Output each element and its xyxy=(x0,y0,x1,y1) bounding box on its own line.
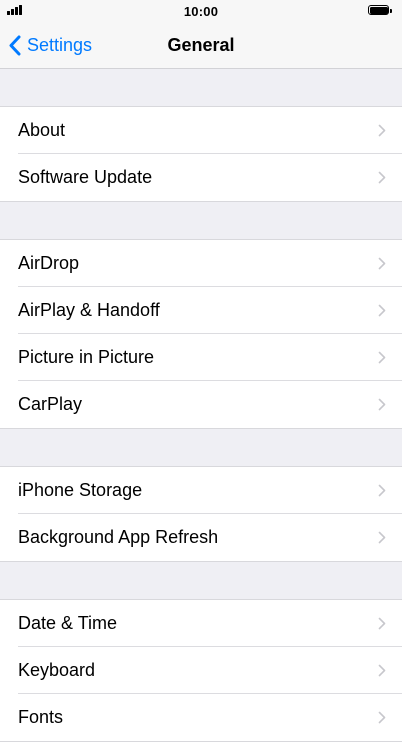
chevron-right-icon xyxy=(378,257,386,270)
status-time: 10:00 xyxy=(183,4,219,19)
chevron-right-icon xyxy=(378,171,386,184)
row-label: CarPlay xyxy=(18,394,83,414)
settings-group-storage: iPhone Storage Background App Refresh xyxy=(0,467,402,562)
row-about[interactable]: About xyxy=(0,107,402,154)
row-label: Background App Refresh xyxy=(18,527,219,547)
row-label: iPhone Storage xyxy=(18,480,143,500)
row-keyboard[interactable]: Keyboard xyxy=(0,647,402,694)
chevron-right-icon xyxy=(378,484,386,497)
row-picture-in-picture[interactable]: Picture in Picture xyxy=(0,334,402,381)
row-label: Software Update xyxy=(18,167,153,187)
row-label: AirDrop xyxy=(18,253,80,273)
chevron-right-icon xyxy=(378,398,386,411)
chevron-right-icon xyxy=(378,617,386,630)
row-carplay[interactable]: CarPlay xyxy=(0,381,402,428)
row-label: About xyxy=(18,120,66,140)
page-title: General xyxy=(167,35,235,55)
chevron-right-icon xyxy=(378,304,386,317)
chevron-right-icon xyxy=(378,351,386,364)
chevron-right-icon xyxy=(378,711,386,724)
row-label: Date & Time xyxy=(18,613,118,633)
section-spacer xyxy=(0,429,402,467)
row-label: Fonts xyxy=(18,707,64,727)
row-airdrop[interactable]: AirDrop xyxy=(0,240,402,287)
chevron-right-icon xyxy=(378,124,386,137)
navigation-bar: Settings General xyxy=(0,22,402,69)
settings-group-connectivity: AirDrop AirPlay & Handoff Picture in Pic… xyxy=(0,240,402,429)
section-spacer xyxy=(0,69,402,107)
row-software-update[interactable]: Software Update xyxy=(0,154,402,201)
row-background-app-refresh[interactable]: Background App Refresh xyxy=(0,514,402,561)
battery-icon xyxy=(368,5,394,17)
chevron-right-icon xyxy=(378,531,386,544)
row-airplay-handoff[interactable]: AirPlay & Handoff xyxy=(0,287,402,334)
section-spacer xyxy=(0,562,402,600)
row-date-time[interactable]: Date & Time xyxy=(0,600,402,647)
row-label: Keyboard xyxy=(18,660,96,680)
row-iphone-storage[interactable]: iPhone Storage xyxy=(0,467,402,514)
status-bar: 10:00 xyxy=(0,0,402,22)
chevron-right-icon xyxy=(378,664,386,677)
settings-group-datetime: Date & Time Keyboard Fonts xyxy=(0,600,402,742)
settings-group-about: About Software Update xyxy=(0,107,402,202)
row-label: AirPlay & Handoff xyxy=(18,300,160,320)
row-fonts[interactable]: Fonts xyxy=(0,694,402,741)
settings-list: About Software Update AirDrop AirPlay & … xyxy=(0,69,402,742)
section-spacer xyxy=(0,202,402,240)
row-label: Picture in Picture xyxy=(18,347,155,367)
